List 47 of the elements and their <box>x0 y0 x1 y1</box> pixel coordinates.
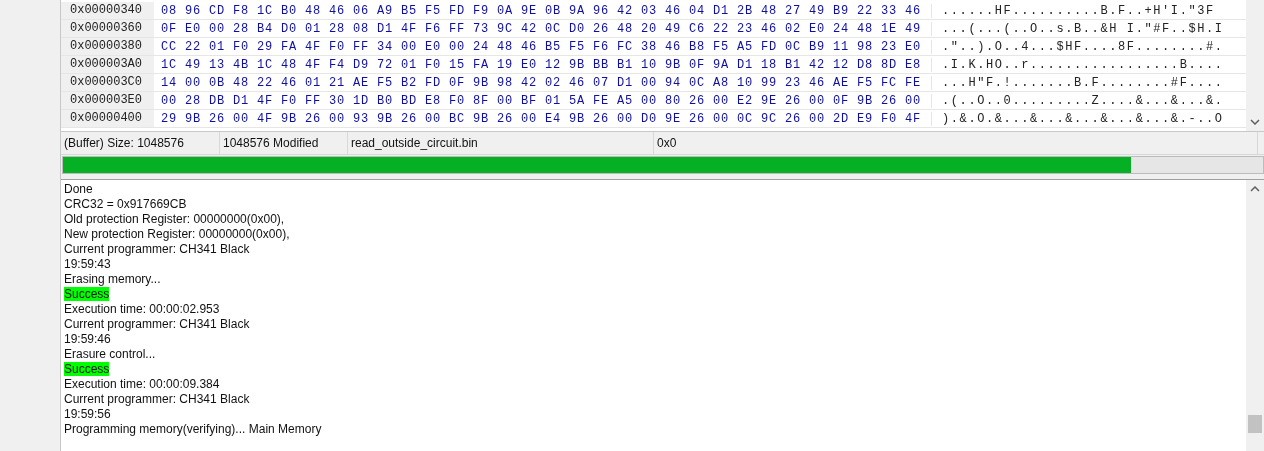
hex-address: 0x00000360 <box>61 20 154 37</box>
hex-address: 0x00000380 <box>61 38 154 55</box>
file-name: read_outside_circuit.bin <box>348 132 654 154</box>
hex-bytes: 1C 49 13 4B 1C 48 4F F4 D9 72 01 F0 15 FA 19 E0 12 9B BB B1 10 9B 0F 9A D1 18 B1 42 12 D8 8D E8 <box>160 57 923 72</box>
hex-address: 0x000003C0 <box>61 74 154 91</box>
modified-count: 1048576 Modified <box>220 132 348 154</box>
hex-bytes: 08 96 CD F8 1C B0 48 46 06 A9 B5 F5 FD F9 0A 9E 0B 9A 96 42 03 46 04 D1 2B 48 27 49 B9 22 33 46 <box>160 3 923 18</box>
hex-ascii: ...H"F.!.......B.F........#F.... <box>931 75 1232 90</box>
hex-bytes: CC 22 01 F0 29 FA 4F F0 FF 34 00 E0 00 24 48 46 B5 F5 F6 FC 38 46 B8 F5 A5 FD 0C B9 11 98 23 E0 <box>160 39 923 54</box>
scrollbar[interactable] <box>1246 0 1264 131</box>
hex-ascii: ."..).O..4...$HF....8F........#. <box>931 39 1232 54</box>
log-line: Execution time: 00:00:09.384 <box>64 377 220 391</box>
success-message: Success <box>64 287 110 301</box>
log-line: Programming memory(verifying)... Main Memory <box>64 422 322 436</box>
log-line: Current programmer: CH341 Black <box>64 317 250 331</box>
log-line: 19:59:56 <box>64 407 111 421</box>
hex-bytes: 29 9B 26 00 4F 9B 26 00 93 9B 26 00 BC 9B 26 00 E4 9B 26 00 D0 9E 26 00 0C 9C 26 00 2D E9 F0 4F <box>160 111 923 126</box>
success-message: Success <box>64 362 110 376</box>
hex-bytes: 14 00 0B 48 22 46 01 21 AE F5 B2 FD 0F 9B 98 42 02 46 07 D1 00 94 0C A8 10 99 23 46 AE F5 FC FE <box>160 75 923 90</box>
hex-ascii: .(..O..0.........Z....&...&...&. <box>931 93 1232 108</box>
hex-ascii: .I.K.HO..r.................B.... <box>931 57 1232 72</box>
hex-address: 0x00000400 <box>61 110 154 127</box>
offset: 0x0 <box>654 132 1258 154</box>
log-line: Done <box>64 182 93 196</box>
scroll-up-icon[interactable] <box>1250 186 1260 192</box>
scroll-thumb[interactable] <box>1248 415 1262 433</box>
buffer-size: (Buffer) Size: 1048576 <box>61 132 220 154</box>
hex-ascii: ).&.O.&...&...&...&...&...&.-..O <box>931 111 1232 126</box>
log-line: Erasure control... <box>64 347 156 361</box>
hex-ascii: ...(...(..O..s.B..&H I."#F..$H.I <box>931 21 1232 36</box>
hex-bytes: 0F E0 00 28 B4 D0 01 28 08 D1 4F F6 FF 73 9C 42 0C D0 26 48 20 49 C6 22 23 46 02 E0 24 48 1E 49 <box>160 21 923 36</box>
log-line: Erasing memory... <box>64 272 161 286</box>
hex-address: 0x000003E0 <box>61 92 154 109</box>
log-line: 19:59:43 <box>64 257 111 271</box>
log-line: Current programmer: CH341 Black <box>64 242 250 256</box>
hex-ascii: ......HF..........B.F..+H'I."3F <box>931 3 1232 18</box>
log-line: Execution time: 00:00:02.953 <box>64 302 220 316</box>
log-line: Old protection Register: 00000000(0x00), <box>64 212 285 226</box>
log-line: CRC32 = 0x917669CB <box>64 197 187 211</box>
scrollbar[interactable] <box>1246 180 1264 451</box>
scroll-down-icon[interactable] <box>1250 119 1260 125</box>
log-line: Current programmer: CH341 Black <box>64 392 250 406</box>
hex-address: 0x000003A0 <box>61 56 154 73</box>
log-line: New protection Register: 00000000(0x00), <box>64 227 290 241</box>
hex-bytes: 00 28 DB D1 4F F0 FF 30 1D B0 BD E8 F0 8F 00 BF 01 5A FE A5 00 80 26 00 E2 9E 26 00 0F 9B 26 00 <box>160 93 923 108</box>
hex-address: 0x00000340 <box>61 2 154 19</box>
log-line: 19:59:46 <box>64 332 111 346</box>
